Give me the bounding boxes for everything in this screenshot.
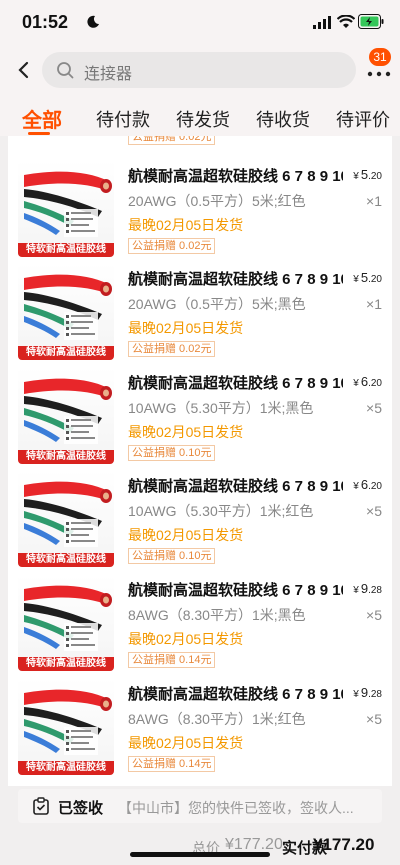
product-title[interactable]: 航模耐高温超软硅胶线 6 7 8 9 10 11 12 13 14 15 16 …: [128, 372, 343, 393]
signal-icon: [313, 16, 331, 29]
product-quantity: ×5: [366, 607, 382, 623]
product-image-text: 特软耐高温硅胶线: [26, 347, 106, 358]
product-price: ¥6.20: [353, 477, 382, 492]
product-quantity: ×1: [366, 296, 382, 312]
order-item[interactable]: 特软耐高温硅胶线 航模耐高温超软硅胶线 6 7 8 9 10 11 12 13 1…: [8, 366, 392, 469]
delivery-message: 【中山市】您的快件已签收，签收人...: [118, 800, 354, 816]
product-thumbnail[interactable]: 特软耐高温硅胶线: [18, 471, 114, 567]
product-title[interactable]: 航模耐高温超软硅胶线 6 7 8 9 10 11 12 13 14 15 16 …: [128, 268, 343, 289]
price-integer: 5: [360, 167, 369, 182]
search-input[interactable]: 连接器: [42, 52, 356, 88]
battery-icon: [358, 14, 384, 29]
delivery-status-label: 已签收: [58, 800, 104, 817]
product-spec: 20AWG（0.5平方）5米;黑色: [128, 296, 306, 312]
product-quantity: ×1: [366, 193, 382, 209]
order-item[interactable]: 特软耐高温硅胶线 航模耐高温超软硅胶线 6 7 8 9 10 11 12 13 1…: [8, 159, 392, 262]
price-integer: 6: [360, 477, 369, 492]
charity-tag: 公益捐赠 0.10元: [128, 548, 216, 564]
price-integer: 6: [360, 374, 369, 389]
status-time: 01:52: [22, 12, 69, 32]
product-spec: 20AWG（0.5平方）5米;红色: [128, 193, 306, 209]
charity-tag: 公益捐赠 0.02元: [128, 136, 216, 145]
product-image-text: 特软耐高温硅胶线: [26, 762, 106, 773]
price-integer: 9: [360, 685, 369, 700]
product-quantity: ×5: [366, 711, 382, 727]
shipping-deadline: 最晚02月05日发货: [128, 320, 244, 336]
tab-pending-shipment[interactable]: 待发货: [176, 106, 230, 132]
product-title[interactable]: 航模耐高温超软硅胶线 6 7 8 9 10 11 12 13 14 15 16 …: [128, 683, 343, 704]
paid-value: ¥177.20: [313, 835, 375, 854]
product-thumbnail[interactable]: 特软耐高温硅胶线: [18, 575, 114, 671]
status-bar: 01:52: [0, 0, 400, 46]
order-card[interactable]: 公益捐赠 0.02元 特软耐高温硅胶线航模耐高温超软硅胶线 6 7 8 9 10…: [8, 136, 392, 786]
price-decimal: .20: [368, 481, 382, 492]
price-decimal: .20: [368, 378, 382, 389]
tab-all[interactable]: 全部: [22, 104, 62, 133]
moon-icon: [87, 15, 99, 28]
order-item[interactable]: 特软耐高温硅胶线 航模耐高温超软硅胶线 6 7 8 9 10 11 12 13 1…: [8, 677, 392, 780]
order-item[interactable]: 特软耐高温硅胶线 航模耐高温超软硅胶线 6 7 8 9 10 11 12 13 1…: [8, 573, 392, 676]
shipping-deadline: 最晚02月05日发货: [128, 735, 244, 751]
charity-tag: 公益捐赠 0.02元: [128, 341, 216, 357]
price-decimal: .28: [368, 585, 382, 596]
order-tabs: 全部 待付款 待发货 待收货 待评价: [0, 98, 400, 136]
order-item[interactable]: 特软耐高温硅胶线 航模耐高温超软硅胶线 6 7 8 9 10 11 12 13 1…: [8, 262, 392, 365]
product-title[interactable]: 航模耐高温超软硅胶线 6 7 8 9 10 11 12 13 14 15 16 …: [128, 165, 343, 186]
clipboard-check-icon: [33, 797, 49, 815]
search-row: 连接器 31: [0, 46, 400, 98]
order-item[interactable]: 特软耐高温硅胶线 航模耐高温超软硅胶线 6 7 8 9 10 11 12 13 1…: [8, 469, 392, 572]
tab-pending-payment[interactable]: 待付款: [96, 106, 150, 132]
delivery-status[interactable]: 已签收 【中山市】您的快件已签收，签收人...: [18, 789, 382, 823]
product-price: ¥5.20: [353, 167, 382, 182]
price-decimal: .20: [368, 171, 382, 182]
shipping-deadline: 最晚02月05日发货: [128, 527, 244, 543]
message-badge: 31: [369, 48, 391, 66]
shipping-deadline: 最晚02月05日发货: [128, 631, 244, 647]
charity-tag: 公益捐赠 0.10元: [128, 445, 216, 461]
price-integer: 5: [360, 270, 369, 285]
product-thumbnail[interactable]: 特软耐高温硅胶线: [18, 264, 114, 360]
product-image-text: 特软耐高温硅胶线: [26, 554, 106, 565]
product-spec: 10AWG（5.30平方）1米;红色: [128, 503, 314, 519]
price-integer: 9: [360, 581, 369, 596]
charity-tag: 公益捐赠 0.14元: [128, 652, 216, 668]
product-spec: 8AWG（8.30平方）1米;黑色: [128, 607, 306, 623]
search-placeholder: 连接器: [84, 66, 133, 83]
active-tab-indicator: [28, 132, 50, 135]
charity-tag: 公益捐赠 0.14元: [128, 756, 216, 772]
product-image-text: 特软耐高温硅胶线: [26, 244, 106, 255]
product-image-text: 特软耐高温硅胶线: [26, 658, 106, 669]
tab-pending-receipt[interactable]: 待收货: [256, 106, 310, 132]
product-price: ¥9.28: [353, 581, 382, 596]
product-price: ¥5.20: [353, 270, 382, 285]
product-image-text: 特软耐高温硅胶线: [26, 451, 106, 462]
product-spec: 8AWG（8.30平方）1米;红色: [128, 711, 306, 727]
product-quantity: ×5: [366, 400, 382, 416]
totals-row: 总价 ¥177.20 实付款 ¥177.20: [0, 832, 400, 865]
product-price: ¥9.28: [353, 685, 382, 700]
product-quantity: ×5: [366, 503, 382, 519]
product-price: ¥6.20: [353, 374, 382, 389]
price-decimal: .20: [368, 274, 382, 285]
shipping-deadline: 最晚02月05日发货: [128, 424, 244, 440]
product-title[interactable]: 航模耐高温超软硅胶线 6 7 8 9 10 11 12 13 14 15 16 …: [128, 475, 343, 496]
product-title[interactable]: 航模耐高温超软硅胶线 6 7 8 9 10 11 12 13 14 15 16 …: [128, 579, 343, 600]
product-thumbnail[interactable]: 特软耐高温硅胶线: [18, 679, 114, 775]
back-arrow-icon[interactable]: [12, 58, 36, 82]
product-spec: 10AWG（5.30平方）1米;黑色: [128, 400, 314, 416]
charity-tag: 公益捐赠 0.02元: [128, 238, 216, 254]
product-thumbnail[interactable]: 特软耐高温硅胶线: [18, 368, 114, 464]
search-icon: [57, 62, 74, 79]
shipping-deadline: 最晚02月05日发货: [128, 217, 244, 233]
home-indicator: [130, 852, 270, 857]
product-thumbnail[interactable]: 特软耐高温硅胶线: [18, 161, 114, 257]
price-decimal: .28: [368, 689, 382, 700]
wifi-icon: [337, 15, 355, 28]
tab-pending-review[interactable]: 待评价: [336, 106, 390, 132]
